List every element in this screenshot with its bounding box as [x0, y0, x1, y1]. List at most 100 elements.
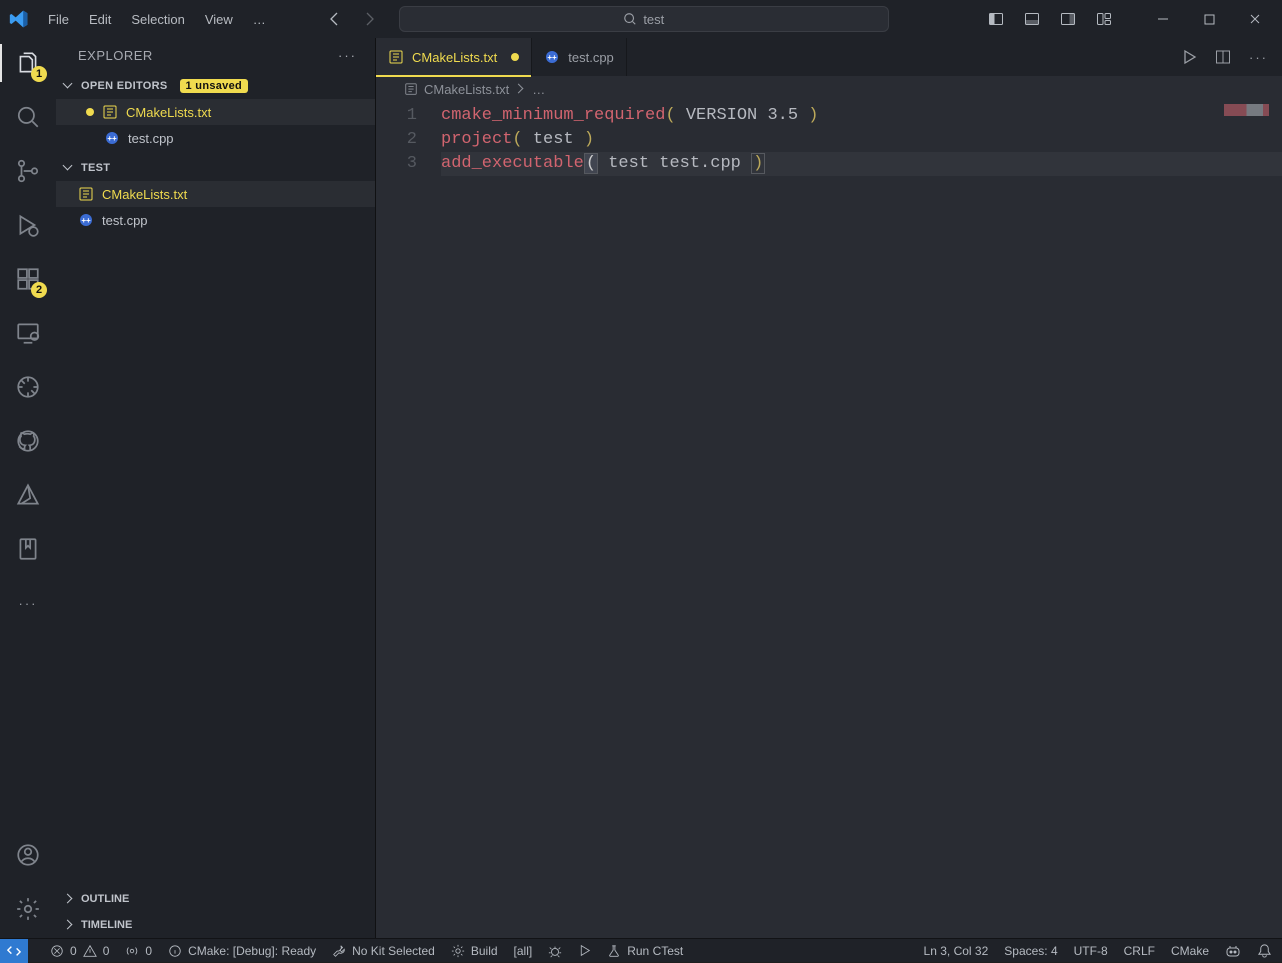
sidebar-explorer: EXPLORER ··· OPEN EDITORS 1 unsaved CMak… [56, 38, 376, 938]
nav-arrows [327, 11, 377, 27]
panel-right-icon[interactable] [1060, 11, 1076, 27]
command-center[interactable]: test [399, 6, 889, 32]
title-bar: File Edit Selection View … test [0, 0, 1282, 38]
file-list-icon [102, 104, 118, 120]
open-editor-label: test.cpp [128, 131, 174, 146]
status-lncol[interactable]: Ln 3, Col 32 [924, 944, 989, 958]
activity-explorer[interactable]: 1 [13, 48, 43, 78]
activity-github[interactable] [13, 426, 43, 456]
editor-tab[interactable]: ++ test.cpp [532, 38, 627, 76]
workspace-file-label: CMakeLists.txt [102, 187, 187, 202]
window-close[interactable] [1232, 0, 1278, 38]
status-eol[interactable]: CRLF [1124, 944, 1155, 958]
status-debug[interactable] [548, 944, 562, 958]
activity-remote-explorer[interactable] [13, 318, 43, 348]
menu-edit[interactable]: Edit [79, 6, 121, 33]
breadcrumb[interactable]: CMakeLists.txt … [376, 76, 1282, 102]
status-copilot[interactable] [1225, 943, 1241, 959]
status-kit[interactable]: No Kit Selected [332, 944, 435, 958]
timeline-header[interactable]: TIMELINE [56, 912, 375, 938]
file-list-icon [404, 82, 418, 96]
menu-selection[interactable]: Selection [121, 6, 194, 33]
activity-more[interactable]: ··· [13, 588, 43, 618]
tab-label: test.cpp [568, 50, 614, 65]
play-icon [578, 944, 591, 957]
status-bar: 0 0 0 CMake: [Debug]: Ready No Kit Selec… [0, 938, 1282, 962]
workspace-file-item[interactable]: ++ test.cpp [56, 207, 375, 233]
code-content[interactable]: cmake_minimum_required( VERSION 3.5 )pro… [441, 102, 1282, 938]
copilot-icon [1225, 943, 1241, 959]
search-text: test [643, 12, 664, 27]
info-icon [168, 944, 182, 958]
menu-view[interactable]: View [195, 6, 243, 33]
status-encoding-label: UTF-8 [1074, 944, 1108, 958]
activity-testing[interactable] [13, 372, 43, 402]
chevron-down-icon [64, 162, 75, 174]
sidebar-more-icon[interactable]: ··· [338, 48, 357, 63]
status-problems[interactable]: 0 0 [50, 944, 109, 958]
activity-accounts[interactable] [13, 840, 43, 870]
activity-source-control[interactable] [13, 156, 43, 186]
layout-controls [988, 0, 1282, 38]
remote-indicator[interactable] [0, 939, 28, 963]
code-editor[interactable]: 123 cmake_minimum_required( VERSION 3.5 … [376, 102, 1282, 938]
editor-tabs: CMakeLists.txt ++ test.cpp ··· [376, 38, 1282, 76]
line-gutter: 123 [376, 102, 441, 938]
sidebar-header: EXPLORER ··· [56, 38, 375, 73]
activity-search[interactable] [13, 102, 43, 132]
activity-extensions[interactable]: 2 [13, 264, 43, 294]
status-spaces-label: Spaces: 4 [1004, 944, 1057, 958]
open-editor-label: CMakeLists.txt [126, 105, 211, 120]
panel-bottom-icon[interactable] [1024, 11, 1040, 27]
status-cmake[interactable]: CMake: [Debug]: Ready [168, 944, 316, 958]
status-ports[interactable]: 0 [125, 944, 152, 958]
menu-file[interactable]: File [38, 6, 79, 33]
minimap[interactable] [1224, 104, 1280, 116]
open-editor-item[interactable]: CMakeLists.txt [56, 99, 375, 125]
status-launch[interactable] [578, 944, 591, 957]
nav-forward-icon[interactable] [361, 11, 377, 27]
open-editor-item[interactable]: ++ test.cpp [56, 125, 375, 151]
run-icon[interactable] [1181, 49, 1197, 65]
menu-bar: File Edit Selection View … [38, 6, 277, 33]
vscode-logo-icon [0, 9, 38, 29]
workspace-label: TEST [81, 162, 110, 174]
status-eol-label: CRLF [1124, 944, 1155, 958]
activity-run-debug[interactable] [13, 210, 43, 240]
nav-back-icon[interactable] [327, 11, 343, 27]
status-build[interactable]: Build [451, 944, 498, 958]
editor-area: CMakeLists.txt ++ test.cpp ··· CMakeList… [376, 38, 1282, 938]
dirty-dot-icon [86, 108, 94, 116]
open-editors-header[interactable]: OPEN EDITORS 1 unsaved [56, 73, 375, 99]
status-build-target[interactable]: [all] [514, 944, 533, 958]
wrench-icon [332, 944, 346, 958]
activity-cmake[interactable] [13, 480, 43, 510]
chevron-right-icon [515, 84, 526, 95]
menu-more[interactable]: … [243, 6, 277, 33]
window-maximize[interactable] [1186, 0, 1232, 38]
editor-more-icon[interactable]: ··· [1249, 50, 1268, 65]
status-cmake-label: CMake: [Debug]: Ready [188, 944, 316, 958]
panel-left-icon[interactable] [988, 11, 1004, 27]
activity-settings[interactable] [13, 894, 43, 924]
file-cpp-icon: ++ [544, 49, 560, 65]
chevron-down-icon [64, 80, 75, 92]
workspace-header[interactable]: TEST [56, 155, 375, 181]
error-icon [50, 944, 64, 958]
workspace-file-item[interactable]: CMakeLists.txt [56, 181, 375, 207]
chevron-right-icon [64, 893, 75, 905]
status-spaces[interactable]: Spaces: 4 [1004, 944, 1057, 958]
activity-bookmark[interactable] [13, 534, 43, 564]
radio-icon [125, 944, 139, 958]
window-minimize[interactable] [1140, 0, 1186, 38]
split-editor-icon[interactable] [1215, 49, 1231, 65]
customize-layout-icon[interactable] [1096, 11, 1112, 27]
status-encoding[interactable]: UTF-8 [1074, 944, 1108, 958]
editor-actions: ··· [1181, 38, 1282, 76]
outline-header[interactable]: OUTLINE [56, 886, 375, 912]
activity-bar: 1 2 ··· [0, 38, 56, 938]
editor-tab[interactable]: CMakeLists.txt [376, 38, 532, 76]
status-notifications[interactable] [1257, 943, 1272, 958]
status-language[interactable]: CMake [1171, 944, 1209, 958]
status-ctest[interactable]: Run CTest [607, 944, 683, 958]
